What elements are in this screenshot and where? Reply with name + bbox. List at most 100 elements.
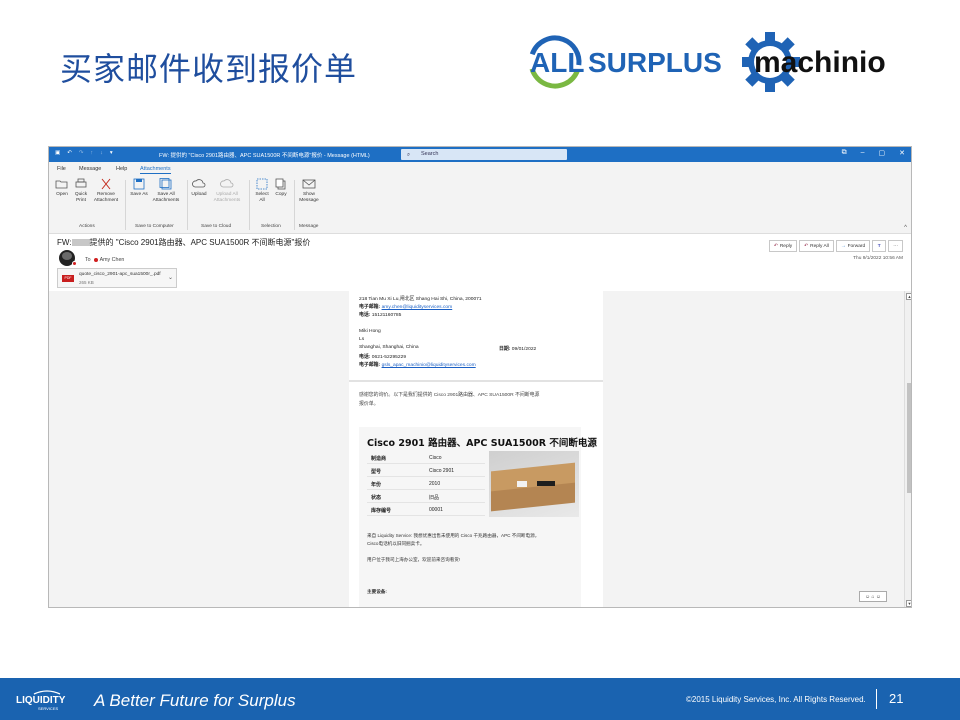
quote-date-line: 日期: 09/01/2022 (499, 345, 536, 352)
search-box[interactable]: ⌕ Search (401, 149, 567, 160)
upload-all-attachments-button[interactable]: Upload All Attachments (209, 178, 245, 203)
vertical-scrollbar[interactable]: ▲ ▼ (904, 291, 911, 607)
outlook-message-window: ▣ ↶ ↷ ↑ ↓ ▾ FW: 提供的 "Cisco 2901路由器、APC S… (48, 146, 912, 608)
open-button[interactable]: Open (53, 178, 71, 198)
attachment-size: 265 KB (79, 280, 94, 285)
pdf-file-icon: PDF (62, 275, 74, 282)
select-all-icon (256, 178, 268, 190)
maximize-button[interactable]: ▢ (879, 149, 886, 157)
email-link-1[interactable]: amy.chen@liquidityservices.com (382, 305, 453, 310)
reply-button[interactable]: ↶ Reply (768, 240, 798, 252)
spec-value: Cisco 2901 (429, 468, 455, 474)
quick-access-toolbar: ▣ ↶ ↷ ↑ ↓ ▾ (55, 150, 113, 156)
message-subject: FW: 提供的 "Cisco 2901路由器、APC SUA1500R 不间断电源… (57, 237, 310, 248)
group-label-actions: Actions (79, 224, 95, 229)
undo-icon[interactable]: ↶ (67, 150, 72, 156)
more-actions-button[interactable]: ··· (888, 240, 903, 252)
address-line: 218 Tian Mu Xi Lu,闸北区 Shang Hai Shi, Chi… (359, 297, 482, 302)
remove-attachment-button[interactable]: Remove Attachment (91, 178, 121, 203)
cloud-icon (192, 179, 206, 188)
thanks-line-2: 报价单。 (359, 402, 379, 407)
ribbon-divider (294, 180, 295, 230)
attachment-chip[interactable]: PDF quote_cisco_2901-apc_sua1500r_.pdf 2… (57, 268, 177, 288)
phone-value-1: 15121160785 (371, 313, 402, 318)
minimize-button[interactable]: – (861, 149, 865, 157)
reply-all-button[interactable]: ↶ Reply All (799, 240, 834, 252)
group-label-selection: Selection (261, 224, 281, 229)
description-line-2: Cisco电话机以旧同捆卖卡。 (367, 541, 425, 546)
teams-icon[interactable]: T (872, 240, 887, 252)
restore-ribbon-button[interactable]: ⧉ (842, 149, 847, 157)
tab-attachments[interactable]: Attachments (140, 166, 171, 174)
scroll-up-icon[interactable]: ▲ (906, 293, 911, 300)
message-body-pane: 218 Tian Mu Xi Lu,闸北区 Shang Hai Shi, Chi… (49, 291, 911, 607)
copy-button[interactable]: Copy (272, 178, 290, 198)
select-all-label: Select All (255, 192, 269, 203)
recipient-name[interactable]: Amy Chen (100, 257, 125, 263)
phone-value-2: 0621-52295229 (371, 355, 407, 360)
description-line-3: 用户位于我司上海办公室，欢迎前来咨询看货! (367, 557, 461, 562)
window-controls: ⧉ – ▢ ✕ (842, 149, 905, 157)
show-message-button[interactable]: Show Message (297, 178, 321, 203)
quick-print-label: Quick Print (74, 192, 88, 203)
group-label-save-to-cloud: Save to Cloud (201, 224, 232, 229)
title-bar: ▣ ↶ ↷ ↑ ↓ ▾ FW: 提供的 "Cisco 2901路由器、APC S… (49, 147, 911, 162)
tab-message[interactable]: Message (79, 166, 101, 172)
slide-title: 买家邮件收到报价单 (60, 50, 358, 88)
tab-file[interactable]: File (57, 166, 66, 172)
product-card: Cisco 2901 路由器、APC SUA1500R 不间断电源 制造商 Cis… (359, 427, 597, 607)
tab-help[interactable]: Help (116, 166, 127, 172)
forward-button[interactable]: → Forward (835, 240, 871, 252)
product-label-black (537, 481, 555, 486)
reactions-button[interactable]: ☺ ⌂ ☺ (859, 591, 887, 602)
save-icon[interactable]: ▣ (55, 150, 60, 156)
save-all-icon (159, 178, 172, 190)
liquidity-services-logo: LIQUIDITY SERVICES (16, 690, 66, 711)
spec-key: 型号 (371, 469, 382, 475)
customize-icon[interactable]: ▾ (110, 150, 113, 156)
reply-icon: ↶ (773, 244, 778, 249)
scroll-down-icon[interactable]: ▼ (906, 600, 911, 607)
upload-button[interactable]: Upload (189, 178, 209, 198)
allsurplus-all-text: ALL (530, 47, 584, 78)
search-placeholder: Search (421, 151, 439, 157)
save-all-attachments-button[interactable]: Save All Attachments (149, 178, 183, 203)
save-all-label: Save All Attachments (152, 192, 180, 203)
thanks-line-1: 感谢您的询价。以下是我们提供的 Cisco 2901路由器、APC SUA150… (359, 393, 540, 398)
email-link-2[interactable]: gsls_apac_machinio@liquidityservices.com (382, 363, 476, 368)
quick-print-button[interactable]: Quick Print (71, 178, 91, 203)
remove-x-icon (101, 178, 111, 190)
contact-city: Shanghai, Shanghai, China (359, 345, 419, 350)
footer-divider (876, 689, 877, 709)
redo-icon[interactable]: ↷ (79, 150, 84, 156)
save-as-button[interactable]: Save As (129, 178, 149, 198)
spec-key: 制造商 (371, 456, 387, 462)
down-icon[interactable]: ↓ (100, 150, 103, 156)
contact-company: Ls (359, 337, 365, 342)
email-label: 电子邮箱: (359, 305, 381, 310)
email-label: 电子邮箱: (359, 363, 381, 368)
spec-row: 制造商 Cisco (367, 451, 485, 464)
chevron-down-icon[interactable]: ⌄ (168, 274, 173, 281)
group-label-save-to-computer: Save to Computer (135, 224, 174, 229)
redacted-block (71, 239, 90, 247)
slide-footer: LIQUIDITY SERVICES A Better Future for S… (0, 678, 960, 720)
forward-icon: → (840, 244, 846, 249)
spec-key: 状态 (371, 495, 382, 501)
spec-key: 年份 (371, 482, 382, 488)
collapse-ribbon-icon[interactable]: ^ (904, 225, 907, 231)
copy-icon (275, 178, 286, 190)
select-all-button[interactable]: Select All (253, 178, 271, 203)
scroll-thumb[interactable] (907, 383, 911, 493)
save-as-label: Save As (130, 192, 148, 197)
forward-label: Forward (847, 244, 866, 249)
footer-tagline: A Better Future for Surplus (94, 691, 296, 710)
folder-open-icon (55, 180, 68, 189)
spec-row: 型号 Cisco 2901 (367, 464, 485, 477)
reply-label: Reply (779, 244, 793, 249)
up-icon[interactable]: ↑ (90, 150, 93, 156)
window-title: FW: 提供的 "Cisco 2901路由器、APC SUA1500R 不间断电… (159, 153, 370, 159)
quote-date-value: 09/01/2022 (511, 347, 537, 352)
close-button[interactable]: ✕ (899, 149, 905, 157)
spec-row: 状态 旧品 (367, 490, 485, 503)
